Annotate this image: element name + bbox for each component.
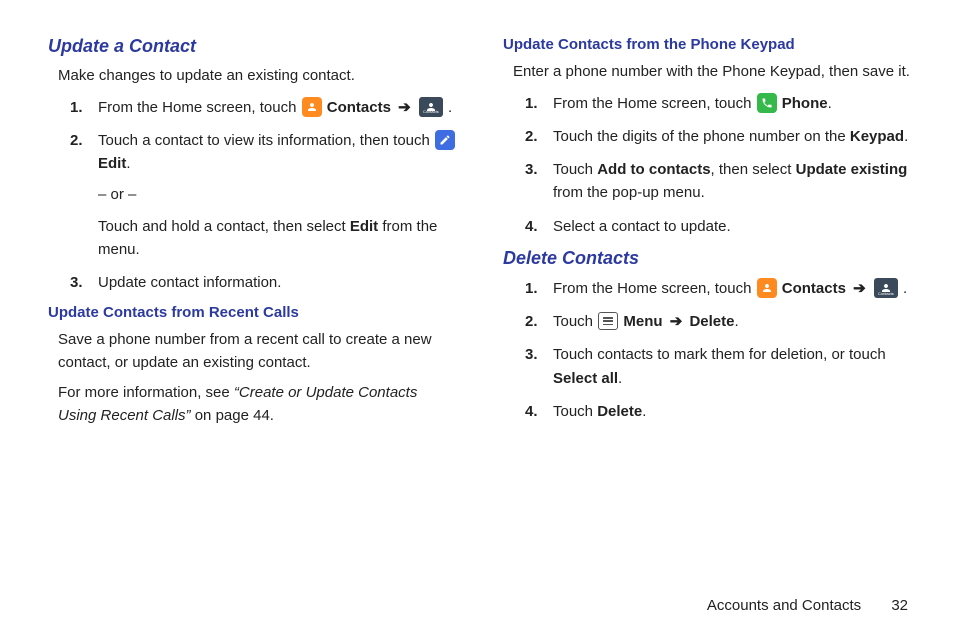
step: 1. From the Home screen, touch Phone. — [525, 92, 914, 115]
step-pre: Touch — [553, 161, 597, 178]
step-number: 1. — [525, 277, 538, 300]
select-all-label: Select all — [553, 370, 618, 387]
keypad-label: Keypad — [850, 128, 904, 145]
alt-instruction: Touch and hold a contact, then select Ed… — [98, 215, 459, 262]
alt-pre: Touch and hold a contact, then select — [98, 218, 350, 235]
heading-delete: Delete Contacts — [503, 248, 914, 269]
step-post: . — [903, 280, 907, 297]
step-number: 2. — [525, 125, 538, 148]
ref-post: on page 44. — [191, 407, 274, 424]
step-post: from the pop-up menu. — [553, 184, 705, 201]
update-steps: 1. From the Home screen, touch Contacts … — [70, 96, 459, 295]
step-pre: From the Home screen, touch — [553, 280, 756, 297]
step-number: 4. — [525, 215, 538, 238]
step-number: 2. — [70, 129, 83, 152]
step-post: . — [904, 128, 908, 145]
step-number: 3. — [525, 343, 538, 366]
delete-label: Delete — [597, 403, 642, 420]
step: 3. Touch contacts to mark them for delet… — [525, 343, 914, 390]
step-pre: Touch contacts to mark them for deletion… — [553, 346, 886, 363]
contacts-icon — [757, 278, 777, 298]
heading-recent-calls: Update Contacts from Recent Calls — [48, 304, 459, 321]
edit-icon — [435, 130, 455, 150]
page-footer: Accounts and Contacts 32 — [707, 597, 908, 614]
contacts-tab-icon — [874, 278, 898, 298]
step-post: . — [618, 370, 622, 387]
right-column: Update Contacts from the Phone Keypad En… — [503, 30, 914, 435]
step-post: . — [828, 95, 832, 112]
step-text: Select a contact to update. — [553, 218, 731, 235]
step-pre: Touch the digits of the phone number on … — [553, 128, 850, 145]
step: 2. Touch the digits of the phone number … — [525, 125, 914, 148]
keypad-steps: 1. From the Home screen, touch Phone. 2.… — [525, 92, 914, 238]
edit-label: Edit — [98, 155, 126, 172]
step-text-pre: Touch a contact to view its information,… — [98, 132, 434, 149]
step: 1. From the Home screen, touch Contacts … — [70, 96, 459, 119]
step: 1. From the Home screen, touch Contacts … — [525, 277, 914, 300]
step-post: . — [642, 403, 646, 420]
or-separator: – or – — [98, 183, 459, 206]
keypad-intro: Enter a phone number with the Phone Keyp… — [513, 61, 914, 84]
left-column: Update a Contact Make changes to update … — [48, 30, 459, 435]
step: 2. Touch Menu ➔ Delete. — [525, 310, 914, 333]
step-text-post: . — [448, 99, 452, 116]
delete-label: Delete — [689, 313, 734, 330]
heading-update-contact: Update a Contact — [48, 36, 459, 57]
update-existing-label: Update existing — [796, 161, 908, 178]
page-number: 32 — [891, 597, 908, 614]
contacts-label: Contacts — [782, 280, 846, 297]
menu-label: Menu — [623, 313, 662, 330]
menu-icon — [598, 312, 618, 330]
step: 4. Touch Delete. — [525, 400, 914, 423]
step-post: . — [735, 313, 739, 330]
step: 4. Select a contact to update. — [525, 215, 914, 238]
heading-keypad: Update Contacts from the Phone Keypad — [503, 36, 914, 53]
contacts-label: Contacts — [327, 99, 391, 116]
page-content: Update a Contact Make changes to update … — [0, 0, 954, 435]
step-number: 1. — [70, 96, 83, 119]
contacts-icon — [302, 97, 322, 117]
step-number: 2. — [525, 310, 538, 333]
step-number: 3. — [525, 158, 538, 181]
step-number: 4. — [525, 400, 538, 423]
step-text-post: . — [126, 155, 130, 172]
arrow-icon: ➔ — [398, 99, 411, 116]
alt-bold: Edit — [350, 218, 378, 235]
step-pre: Touch — [553, 313, 597, 330]
step-mid: , then select — [711, 161, 796, 178]
contacts-tab-icon — [419, 97, 443, 117]
arrow-icon: ➔ — [670, 313, 683, 330]
phone-label: Phone — [782, 95, 828, 112]
intro-update: Make changes to update an existing conta… — [58, 65, 459, 88]
step: 2. Touch a contact to view its informati… — [70, 129, 459, 261]
ref-pre: For more information, see — [58, 384, 234, 401]
step-pre: Touch — [553, 403, 597, 420]
step: 3. Update contact information. — [70, 271, 459, 294]
recent-p2: For more information, see “Create or Upd… — [58, 382, 459, 427]
step: 3. Touch Add to contacts, then select Up… — [525, 158, 914, 205]
step-text-pre: From the Home screen, touch — [98, 99, 301, 116]
phone-icon — [757, 93, 777, 113]
add-contacts-label: Add to contacts — [597, 161, 710, 178]
recent-p1: Save a phone number from a recent call t… — [58, 329, 459, 374]
step-text: Update contact information. — [98, 274, 281, 291]
step-number: 3. — [70, 271, 83, 294]
footer-section: Accounts and Contacts — [707, 597, 861, 614]
delete-steps: 1. From the Home screen, touch Contacts … — [525, 277, 914, 423]
step-number: 1. — [525, 92, 538, 115]
arrow-icon: ➔ — [853, 280, 866, 297]
step-pre: From the Home screen, touch — [553, 95, 756, 112]
